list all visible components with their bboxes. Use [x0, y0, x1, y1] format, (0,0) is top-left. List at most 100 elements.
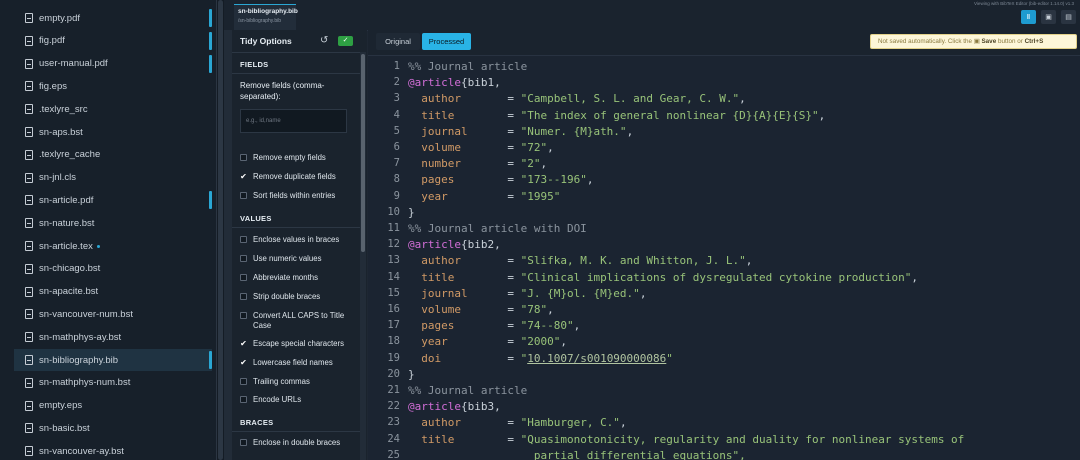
line-number: 11 — [387, 222, 400, 234]
option-checkbox[interactable]: Enclose in double braces — [240, 438, 358, 448]
field-name: year — [408, 189, 508, 203]
file-tree-scrollbar[interactable] — [216, 0, 224, 460]
option-checkbox[interactable]: ✔ Remove duplicate fields — [240, 172, 358, 182]
checkbox-checked-icon[interactable]: ✔ — [240, 173, 247, 181]
option-checkbox[interactable]: ✔ Lowercase field names — [240, 358, 358, 368]
file-tree-sidebar: empty.pdf fig.pdf user-manual.pdf fig.eps .t… — [0, 0, 224, 460]
checkbox-checked-icon[interactable]: ✔ — [240, 359, 247, 367]
tidy-toggle-button[interactable]: Ⅱ — [1021, 10, 1036, 24]
file-item[interactable]: sn-chicago.bst — [14, 258, 212, 280]
checkbox-empty-icon[interactable] — [240, 293, 247, 300]
option-checkbox[interactable]: Remove empty fields — [240, 153, 358, 163]
processed-mode-button[interactable]: Processed — [422, 33, 471, 50]
code-area[interactable]: 1%% Journal article 2 @article{bib1, 3 auth… — [368, 56, 1080, 460]
option-checkbox[interactable]: Sort fields within entries — [240, 191, 358, 201]
line-number: 25 — [387, 448, 400, 460]
option-checkbox[interactable]: Use numeric values — [240, 254, 358, 264]
field-name: pages — [408, 319, 508, 333]
field-equals: = — [507, 303, 521, 316]
comment-text: %% Journal article — [408, 60, 528, 73]
file-item[interactable]: sn-article.tex — [14, 235, 212, 257]
code-line: volume = "72", — [408, 141, 554, 154]
field-value: "Numer. {M}ath." — [520, 124, 627, 138]
file-item[interactable]: sn-basic.bst — [14, 417, 212, 439]
option-label: Convert ALL CAPS to Title Case — [253, 311, 345, 330]
option-checkbox[interactable]: Enclose values in braces — [240, 235, 358, 245]
tab-sn-bibliography[interactable]: sn-bibliography.bib /sn-bibliography.bib — [234, 4, 298, 30]
option-checkbox[interactable]: Strip double braces — [240, 292, 358, 302]
save-button[interactable]: ▣ — [1041, 10, 1056, 24]
apply-tidy-button[interactable]: ✓ — [338, 36, 353, 46]
checkbox-empty-icon[interactable] — [240, 396, 247, 403]
file-item[interactable]: sn-vancouver-ay.bst — [14, 440, 212, 460]
file-icon — [25, 400, 33, 411]
doi-link: 10.1007/s001090000086 — [527, 351, 667, 365]
file-item[interactable]: sn-mathphys-num.bst — [14, 372, 212, 394]
file-item[interactable]: empty.eps — [14, 395, 212, 417]
option-checkbox[interactable]: Convert ALL CAPS to Title Case — [240, 311, 358, 331]
file-item[interactable]: empty.pdf — [14, 7, 212, 29]
checkbox-empty-icon[interactable] — [240, 192, 247, 199]
entry-close: } — [408, 367, 415, 381]
file-item[interactable]: sn-aps.bst — [14, 121, 212, 143]
file-item[interactable]: sn-jnl.cls — [14, 167, 212, 189]
line-number: 12 — [387, 238, 400, 251]
option-checkbox[interactable]: Abbreviate months — [240, 273, 358, 283]
line-number: 13 — [387, 254, 400, 267]
reset-icon[interactable]: ↺ — [320, 35, 328, 46]
checkbox-checked-icon[interactable]: ✔ — [240, 340, 247, 348]
field-name: title — [408, 270, 508, 284]
checkbox-empty-icon[interactable] — [240, 255, 247, 262]
file-tree-scrollbar-thumb[interactable] — [218, 0, 223, 460]
option-checkbox[interactable]: Trailing commas — [240, 377, 358, 387]
code-line: %% Journal article with DOI — [408, 222, 587, 235]
file-name: sn-bibliography.bib — [39, 354, 119, 366]
comma: , — [547, 141, 554, 154]
option-checkbox[interactable]: Encode URLs — [240, 395, 358, 405]
file-item[interactable]: .texlyre_src — [14, 98, 212, 120]
field-value: "J. {M}ol. {M}ed." — [520, 286, 640, 300]
field-value: "72" — [520, 141, 548, 154]
line-number: 3 — [393, 92, 400, 105]
checkbox-empty-icon[interactable] — [240, 236, 247, 243]
viewer-info-text: Viewing with BibTeX Editor (bib-editor 1… — [974, 1, 1074, 6]
checkbox-empty-icon[interactable] — [240, 439, 247, 446]
checkbox-empty-icon[interactable] — [240, 154, 247, 161]
entry-key: {bib3, — [460, 400, 501, 414]
file-item[interactable]: sn-vancouver-num.bst — [14, 303, 212, 325]
file-item[interactable]: sn-article.pdf — [14, 189, 212, 211]
editor-tab-strip: sn-bibliography.bib /sn-bibliography.bib… — [224, 0, 1080, 31]
original-mode-button[interactable]: Original — [376, 33, 420, 50]
field-equals: = — [507, 92, 521, 106]
tidy-scrollbar[interactable] — [360, 52, 366, 460]
export-button[interactable]: ▤ — [1061, 10, 1076, 24]
entry-type: @article — [408, 76, 461, 90]
code-line: } — [408, 206, 415, 219]
file-item[interactable]: user-manual.pdf — [14, 53, 212, 75]
tidy-options-panel: Tidy Options ↺ ✓ FIELDS Remove fields (c… — [232, 30, 367, 460]
file-item[interactable]: sn-bibliography.bib — [14, 349, 212, 371]
field-value: "78" — [520, 303, 548, 316]
file-name: fig.eps — [39, 80, 67, 92]
tidy-scrollbar-thumb[interactable] — [361, 54, 365, 252]
open-indicator — [209, 31, 212, 50]
code-line: author = "Hamburger, C.", — [408, 416, 627, 430]
file-item[interactable]: .texlyre_cache — [14, 144, 212, 166]
option-label: Enclose in double braces — [253, 438, 341, 447]
field-equals: = — [507, 189, 521, 203]
checkbox-empty-icon[interactable] — [240, 274, 247, 281]
code-line: %% Journal article — [408, 384, 527, 397]
code-line: %% Journal article — [408, 60, 527, 73]
file-item[interactable]: sn-nature.bst — [14, 212, 212, 234]
file-item[interactable]: sn-mathphys-ay.bst — [14, 326, 212, 348]
remove-fields-input[interactable]: e.g., id,name — [240, 109, 347, 133]
modified-dot-icon — [96, 244, 100, 248]
file-name: sn-basic.bst — [39, 422, 90, 434]
checkbox-empty-icon[interactable] — [240, 378, 247, 385]
file-item[interactable]: sn-apacite.bst — [14, 281, 212, 303]
checkbox-empty-icon[interactable] — [240, 312, 247, 319]
file-item[interactable]: fig.pdf — [14, 30, 212, 52]
file-item[interactable]: fig.eps — [14, 75, 212, 97]
option-checkbox[interactable]: ✔ Escape special characters — [240, 339, 358, 349]
comma: , — [619, 416, 627, 430]
